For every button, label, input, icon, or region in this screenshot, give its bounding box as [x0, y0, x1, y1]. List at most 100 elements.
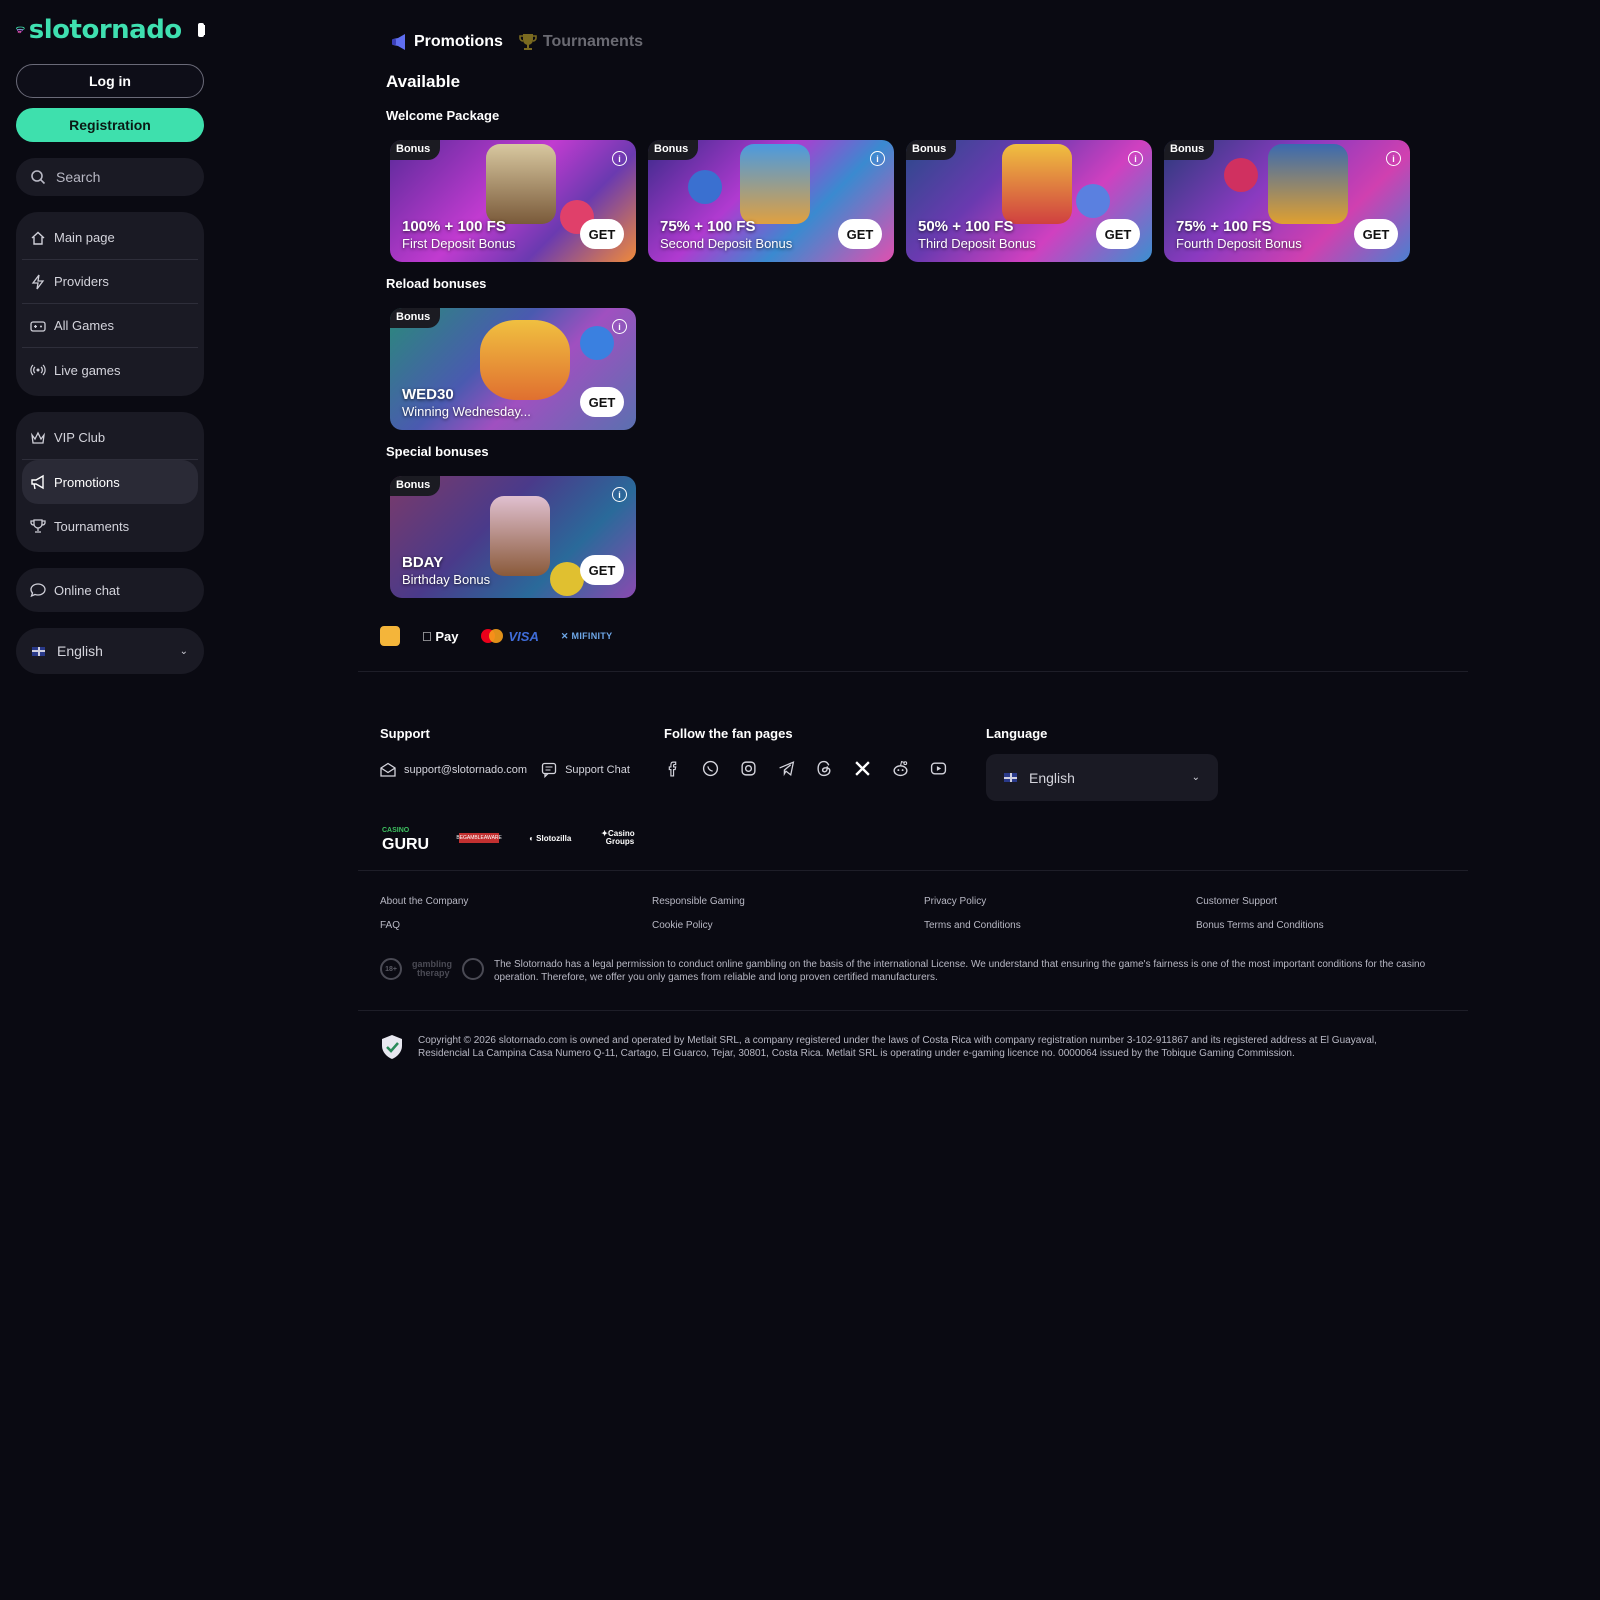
threads-icon[interactable] [816, 760, 833, 777]
bonus-badge: Bonus [648, 140, 699, 160]
bonus-badge: Bonus [390, 140, 441, 160]
sidebar-item-label: Main page [54, 230, 115, 245]
info-icon[interactable]: i [870, 151, 885, 166]
chevron-down-icon: ⌄ [179, 645, 188, 657]
get-bonus-button[interactable]: GET [580, 387, 624, 417]
language-title: Language [986, 726, 1048, 741]
bonus-card-fourth-deposit[interactable]: Bonus i 75% + 100 FS Fourth Deposit Bonu… [1164, 140, 1410, 262]
crown-icon [31, 431, 45, 444]
sidebar-item-tournaments[interactable]: Tournaments [22, 504, 198, 548]
brand-name[interactable]: slotornado [29, 15, 182, 45]
link-faq[interactable]: FAQ [380, 920, 652, 931]
get-bonus-button[interactable]: GET [580, 219, 624, 249]
bonus-subtitle: First Deposit Bonus [402, 236, 516, 251]
license-seal-icon[interactable] [462, 958, 484, 980]
casino-guru-name: GURU [382, 836, 430, 853]
uk-flag-icon [32, 646, 45, 656]
x-icon[interactable] [854, 760, 871, 777]
sidebar-item-providers[interactable]: Providers [22, 260, 198, 304]
30-percent-art [480, 320, 570, 400]
sidebar-item-label: Providers [54, 274, 109, 289]
trophy-icon [30, 519, 46, 533]
sidebar-item-label: Tournaments [54, 518, 130, 534]
gambling-therapy-logo[interactable]: gambling therapy [412, 960, 452, 978]
age-18-plus-icon: 18+ [380, 958, 402, 980]
sidebar-item-all-games[interactable]: All Games [22, 304, 198, 348]
decor-gift [550, 562, 584, 596]
get-bonus-button[interactable]: GET [1096, 219, 1140, 249]
whatsapp-icon[interactable] [702, 760, 719, 777]
link-about-company[interactable]: About the Company [380, 896, 652, 907]
casino-groups-logo[interactable]: ✦Casino Groups [601, 830, 634, 846]
link-cookie-policy[interactable]: Cookie Policy [652, 920, 924, 931]
slotozilla-logo[interactable]: ◐ Slotozilla [529, 834, 571, 843]
decor-gem [580, 326, 614, 360]
apple-pay-logo:  Pay [422, 629, 459, 644]
binance-pay-icon [380, 626, 400, 646]
sidebar-item-main-page[interactable]: Main page [22, 216, 198, 260]
footer-divider [358, 870, 1468, 871]
get-bonus-button[interactable]: GET [1354, 219, 1398, 249]
support-chat-link[interactable]: Support Chat [565, 764, 630, 776]
bonus-headline: 100% + 100 FS [402, 218, 506, 235]
instagram-icon[interactable] [740, 760, 757, 777]
begambleaware-logo[interactable]: BEGAMBLEAWARE [456, 833, 502, 843]
footer-language-select[interactable]: English ⌄ [986, 754, 1218, 801]
birthday-character-art [490, 496, 550, 576]
telegram-icon[interactable] [778, 760, 795, 777]
online-chat-label: Online chat [54, 582, 120, 598]
youtube-icon[interactable] [930, 760, 947, 777]
search-input[interactable]: Search [16, 158, 204, 196]
facebook-icon[interactable] [664, 760, 681, 777]
sidebar-collapse-icon[interactable] [197, 23, 206, 37]
bonus-card-third-deposit[interactable]: Bonus i 50% + 100 FS Third Deposit Bonus… [906, 140, 1152, 262]
info-icon[interactable]: i [612, 487, 627, 502]
slot-machine-art [486, 144, 556, 224]
tab-label: Tournaments [542, 33, 644, 50]
sidebar-item-promotions[interactable]: Promotions [22, 460, 198, 504]
casino-groups-line2: Groups [605, 837, 635, 846]
tab-tournaments[interactable]: Tournaments [519, 32, 643, 52]
language-value: English [57, 643, 103, 659]
link-privacy-policy[interactable]: Privacy Policy [924, 896, 1196, 907]
bonus-card-first-deposit[interactable]: Bonus i 100% + 100 FS First Deposit Bonu… [390, 140, 636, 262]
get-bonus-button[interactable]: GET [838, 219, 882, 249]
sidebar-language-select[interactable]: English ⌄ [16, 628, 204, 674]
footer-divider [358, 1010, 1468, 1011]
login-button[interactable]: Log in [16, 64, 204, 98]
chevron-down-icon: ⌄ [1191, 772, 1200, 783]
bonus-card-second-deposit[interactable]: Bonus i 75% + 100 FS Second Deposit Bonu… [648, 140, 894, 262]
logo-row: slotornado [16, 12, 206, 48]
casino-guru-logo[interactable]: CASINO GURU [382, 824, 430, 853]
support-email-link[interactable]: support@slotornado.com [404, 764, 527, 776]
slotornado-logo-icon[interactable] [16, 15, 25, 45]
bonus-card-bday[interactable]: Bonus i BDAY Birthday Bonus GET [390, 476, 636, 598]
shield-check-icon[interactable] [380, 1034, 404, 1060]
sidebar-item-vip-club[interactable]: VIP Club [22, 416, 198, 460]
fan-pages-title: Follow the fan pages [664, 726, 793, 741]
decor-gem [1076, 184, 1110, 218]
mastercard-circle-orange [488, 629, 503, 643]
link-responsible-gaming[interactable]: Responsible Gaming [652, 896, 924, 907]
info-icon[interactable]: i [1128, 151, 1143, 166]
info-icon[interactable]: i [612, 319, 627, 334]
tab-promotions[interactable]: Promotions [390, 32, 503, 52]
link-customer-support[interactable]: Customer Support [1196, 896, 1468, 907]
info-icon[interactable]: i [1386, 151, 1401, 166]
bonus-headline: 50% + 100 FS [918, 218, 1014, 235]
support-title: Support [380, 726, 430, 741]
get-bonus-button[interactable]: GET [580, 555, 624, 585]
language-value: English [1029, 769, 1075, 786]
treasure-machine-art [740, 144, 810, 224]
info-icon[interactable]: i [612, 151, 627, 166]
reddit-icon[interactable] [892, 760, 909, 777]
decor-gem [688, 170, 722, 204]
bonus-card-wed30[interactable]: Bonus i WED30 Winning Wednesday... GET [390, 308, 636, 430]
sidebar-item-live-games[interactable]: Live games [22, 348, 198, 392]
registration-button[interactable]: Registration [16, 108, 204, 142]
link-bonus-terms[interactable]: Bonus Terms and Conditions [1196, 920, 1468, 931]
sidebar-item-label: Live games [54, 362, 121, 378]
link-terms-conditions[interactable]: Terms and Conditions [924, 920, 1196, 931]
online-chat-button[interactable]: Online chat [16, 568, 204, 612]
sidebar-item-label: Promotions [54, 474, 120, 490]
